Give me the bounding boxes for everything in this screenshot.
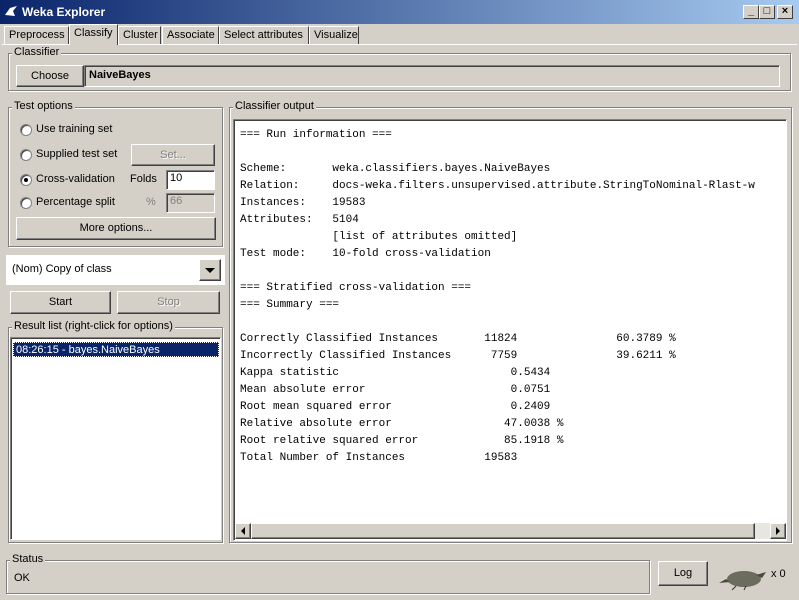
percentage-input[interactable]: 66 [166,193,215,213]
output-line: Total Number of Instances 19583 [240,452,518,464]
close-button[interactable]: × [777,5,793,19]
output-line: Test mode: 10-fold cross-validation [240,248,491,260]
percent-label: % [146,196,156,208]
classifier-output-area[interactable]: === Run information === Scheme: weka.clas… [233,119,787,541]
use-training-set-radio[interactable] [20,124,32,136]
title-bar: Weka Explorer _ □ × [0,0,799,24]
classifier-section-label: Classifier [12,46,62,58]
folds-input[interactable]: 10 [166,170,215,190]
chevron-down-icon [205,268,215,273]
output-line: Scheme: weka.classifiers.bayes.NaiveBaye… [240,163,551,175]
set-button[interactable]: Set... [131,144,215,166]
percentage-split-label: Percentage split [36,196,115,208]
output-line: Kappa statistic 0.5434 [240,367,551,379]
tab-divider [2,44,797,45]
classifier-name: NaiveBayes [89,69,151,81]
tab-associate[interactable]: Associate [162,26,219,44]
choose-button[interactable]: Choose [16,65,84,87]
arrow-left-icon [241,527,245,535]
class-select-dropdown-button[interactable] [199,259,221,281]
class-select-value: (Nom) Copy of class [12,263,112,275]
supplied-test-set-radio[interactable] [20,149,32,161]
window-title: Weka Explorer [22,5,106,19]
tab-classify[interactable]: Classify [69,24,118,45]
output-line: Correctly Classified Instances 11824 60.… [240,333,676,345]
percentage-split-radio[interactable] [20,197,32,209]
tab-visualize[interactable]: Visualize [309,26,359,44]
log-button[interactable]: Log [658,561,708,586]
status-section-label: Status [10,553,46,565]
output-line: Mean absolute error 0.0751 [240,384,551,396]
tab-select-attributes[interactable]: Select attributes [219,26,309,44]
status-panel [6,560,650,594]
classifier-output-text[interactable]: === Run information === Scheme: weka.clas… [240,127,784,517]
cross-validation-radio[interactable] [20,174,32,186]
use-training-set-label: Use training set [36,123,113,135]
start-button[interactable]: Start [10,291,111,314]
output-line: === Run information === [240,129,392,141]
output-line: Instances: 19583 [240,197,366,209]
classifier-output-section-label: Classifier output [233,100,316,112]
output-line: === Summary === [240,299,340,311]
supplied-test-set-label: Supplied test set [36,148,118,160]
classifier-field[interactable] [84,65,780,87]
status-text: OK [14,572,30,584]
output-line: === Stratified cross-validation === [240,282,472,294]
output-line: Relation: docs-weka.filters.unsupervised… [240,180,755,192]
radio-selected-dot [24,178,28,182]
more-options-button[interactable]: More options... [16,217,216,240]
weka-bird-icon[interactable] [718,565,768,591]
class-select[interactable]: (Nom) Copy of class [6,255,225,285]
output-line: Relative absolute error 47.0038 % [240,418,564,430]
folds-label: Folds [130,173,157,185]
result-list-item[interactable]: 08:26:15 - bayes.NaiveBayes [13,342,219,357]
scroll-right-button[interactable] [770,523,786,539]
tab-cluster[interactable]: Cluster [118,26,161,44]
horizontal-scrollbar[interactable] [235,523,786,539]
output-line: [list of attributes omitted] [240,231,518,243]
scroll-left-button[interactable] [235,523,251,539]
cross-validation-label: Cross-validation [36,173,115,185]
output-line: Attributes: 5104 [240,214,359,226]
minimize-button[interactable]: _ [743,5,759,19]
result-list-section-label: Result list (right-click for options) [12,320,175,332]
result-list[interactable]: 08:26:15 - bayes.NaiveBayes [10,337,221,540]
stop-button[interactable]: Stop [117,291,220,314]
test-options-section-label: Test options [12,100,75,112]
output-line: Root relative squared error 85.1918 % [240,435,564,447]
arrow-right-icon [776,527,780,535]
tab-preprocess[interactable]: Preprocess [4,26,69,44]
output-line: Incorrectly Classified Instances 7759 39… [240,350,676,362]
task-count: x 0 [771,568,786,580]
scrollbar-thumb[interactable] [251,523,755,539]
maximize-button[interactable]: □ [759,5,775,19]
weka-bird-icon [5,6,17,16]
output-line: Root mean squared error 0.2409 [240,401,551,413]
